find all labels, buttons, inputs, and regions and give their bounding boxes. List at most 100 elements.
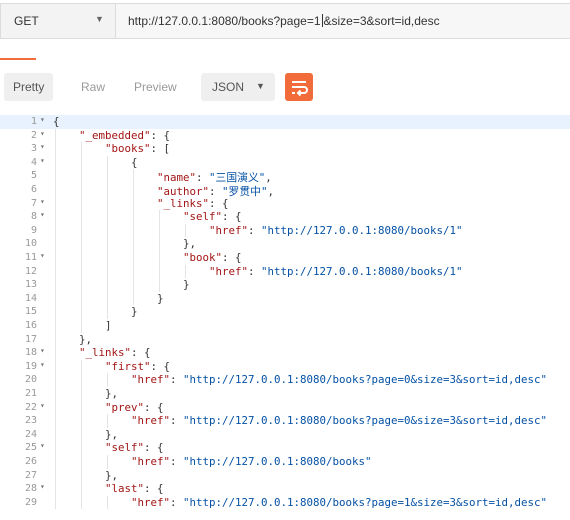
line-number: 6 xyxy=(30,184,37,195)
code-line: 1 ▾ { xyxy=(0,115,570,129)
fold-toggle-icon[interactable]: ▾ xyxy=(40,360,45,369)
indent-guide xyxy=(81,251,82,265)
fold-toggle-icon[interactable]: ▾ xyxy=(40,401,45,410)
indent-guide xyxy=(107,223,108,238)
code-text: { xyxy=(53,115,60,128)
code-text: "href": "http://127.0.0.1:8080/books/1" xyxy=(53,265,463,278)
code-text: "_embedded": { xyxy=(53,129,170,142)
indent-guide xyxy=(159,251,160,265)
fold-toggle-icon[interactable]: ▾ xyxy=(40,441,45,450)
code-text: }, xyxy=(53,237,196,250)
code-line: 11 ▾ "book": { xyxy=(0,251,570,265)
indent-guide xyxy=(81,305,82,319)
response-view-toolbar: Pretty Raw Preview JSON ▼ xyxy=(0,70,570,106)
tab-pretty[interactable]: Pretty xyxy=(4,73,54,101)
line-number: 13 xyxy=(24,279,37,291)
wrap-lines-button[interactable] xyxy=(285,73,313,101)
line-number: 26 xyxy=(24,456,37,467)
json-punctuation: { xyxy=(53,115,60,128)
code-line: 21 }, xyxy=(0,387,570,401)
json-key: "books" xyxy=(105,142,151,156)
code-line: 8 ▾ "self": { xyxy=(0,210,570,224)
method-label: GET xyxy=(14,14,39,28)
wrap-lines-icon xyxy=(285,81,313,105)
fold-toggle-icon[interactable]: ▾ xyxy=(40,197,45,206)
code-line: 2 ▾ "_embedded": { xyxy=(0,129,570,143)
fold-toggle-icon[interactable]: ▾ xyxy=(40,156,45,165)
line-number: 18 xyxy=(24,347,37,359)
format-select[interactable]: JSON ▼ xyxy=(201,73,275,101)
indent-guide xyxy=(133,237,134,251)
line-number: 20 xyxy=(24,374,37,386)
indent-guide xyxy=(133,183,134,197)
chevron-down-icon: ▼ xyxy=(256,81,265,91)
fold-toggle-icon[interactable]: ▾ xyxy=(40,482,45,491)
line-number: 4 xyxy=(30,156,37,168)
indent-guide xyxy=(55,183,56,197)
indent-guide xyxy=(81,237,82,251)
json-key: "href" xyxy=(131,495,171,509)
json-key: "self" xyxy=(105,441,145,455)
json-punctuation: } xyxy=(183,278,190,292)
indent-guide xyxy=(55,291,56,306)
tab-preview[interactable]: Preview xyxy=(125,73,186,101)
json-string: "http://127.0.0.1:8080/books?page=0&size… xyxy=(183,414,548,428)
fold-toggle-icon[interactable]: ▾ xyxy=(40,346,45,355)
line-number: 29 xyxy=(24,496,37,508)
indent-guide xyxy=(81,169,82,183)
code-text: "last": { xyxy=(53,482,164,495)
active-tab-indicator xyxy=(0,58,36,60)
indent-guide xyxy=(81,155,82,170)
json-key: "_embedded" xyxy=(79,128,151,142)
line-number: 14 xyxy=(24,292,37,304)
indent-guide xyxy=(55,305,56,319)
code-text: }, xyxy=(53,428,118,441)
indent-guide xyxy=(81,278,82,292)
url-before-cursor: http://127.0.0.1:8080/books?page=1 xyxy=(128,14,321,28)
code-line: 9 "href": "http://127.0.0.1:8080/books/1… xyxy=(0,224,570,238)
line-number: 22 xyxy=(24,401,37,413)
json-punctuation: }, xyxy=(105,387,119,400)
indent-guide xyxy=(107,455,108,469)
json-string: "http://127.0.0.1:8080/books?page=0&size… xyxy=(183,373,548,387)
indent-guide xyxy=(133,278,134,292)
json-punctuation: }, xyxy=(105,427,119,441)
tab-raw[interactable]: Raw xyxy=(72,73,114,101)
url-input[interactable]: http://127.0.0.1:8080/books?page=1 &size=… xyxy=(116,3,570,39)
indent-guide xyxy=(107,237,108,251)
fold-toggle-icon[interactable]: ▾ xyxy=(40,115,45,124)
fold-toggle-icon[interactable]: ▾ xyxy=(40,142,45,151)
json-string: "http://127.0.0.1:8080/books?page=1&size… xyxy=(183,495,548,509)
indent-guide xyxy=(55,264,56,279)
fold-toggle-icon[interactable]: ▾ xyxy=(40,251,45,260)
indent-guide xyxy=(107,183,108,197)
line-number: 11 xyxy=(24,252,37,263)
code-line: 29 "href": "http://127.0.0.1:8080/books?… xyxy=(0,496,570,510)
json-key: "book" xyxy=(183,251,223,264)
code-text: } xyxy=(53,305,138,318)
indent-guide xyxy=(185,264,186,279)
code-line: 16 ] xyxy=(0,319,570,333)
line-number: 24 xyxy=(24,428,37,440)
indent-guide xyxy=(55,441,56,455)
json-punctuation: : { xyxy=(209,196,229,210)
json-punctuation: : { xyxy=(144,400,164,414)
json-string: "http://127.0.0.1:8080/books" xyxy=(183,455,372,468)
line-number: 7 xyxy=(30,197,37,209)
line-number: 10 xyxy=(24,238,37,250)
indent-guide xyxy=(107,169,108,183)
indent-guide xyxy=(81,373,82,387)
indent-guide xyxy=(55,251,56,265)
indent-guide xyxy=(81,196,82,211)
code-line: 13 } xyxy=(0,278,570,292)
code-line: 18 ▾ "_links": { xyxy=(0,346,570,360)
fold-toggle-icon[interactable]: ▾ xyxy=(40,210,45,219)
method-select[interactable]: GET ▼ xyxy=(0,3,116,39)
response-body-editor[interactable]: 1 ▾{2 ▾ "_embedded": {3 ▾ "books": [4 ▾ {5 "… xyxy=(0,113,570,520)
indent-guide xyxy=(81,210,82,224)
line-number: 3 xyxy=(30,143,37,155)
fold-toggle-icon[interactable]: ▾ xyxy=(40,129,45,138)
indent-guide xyxy=(55,210,56,224)
indent-guide xyxy=(81,482,82,496)
indent-guide xyxy=(81,495,82,510)
